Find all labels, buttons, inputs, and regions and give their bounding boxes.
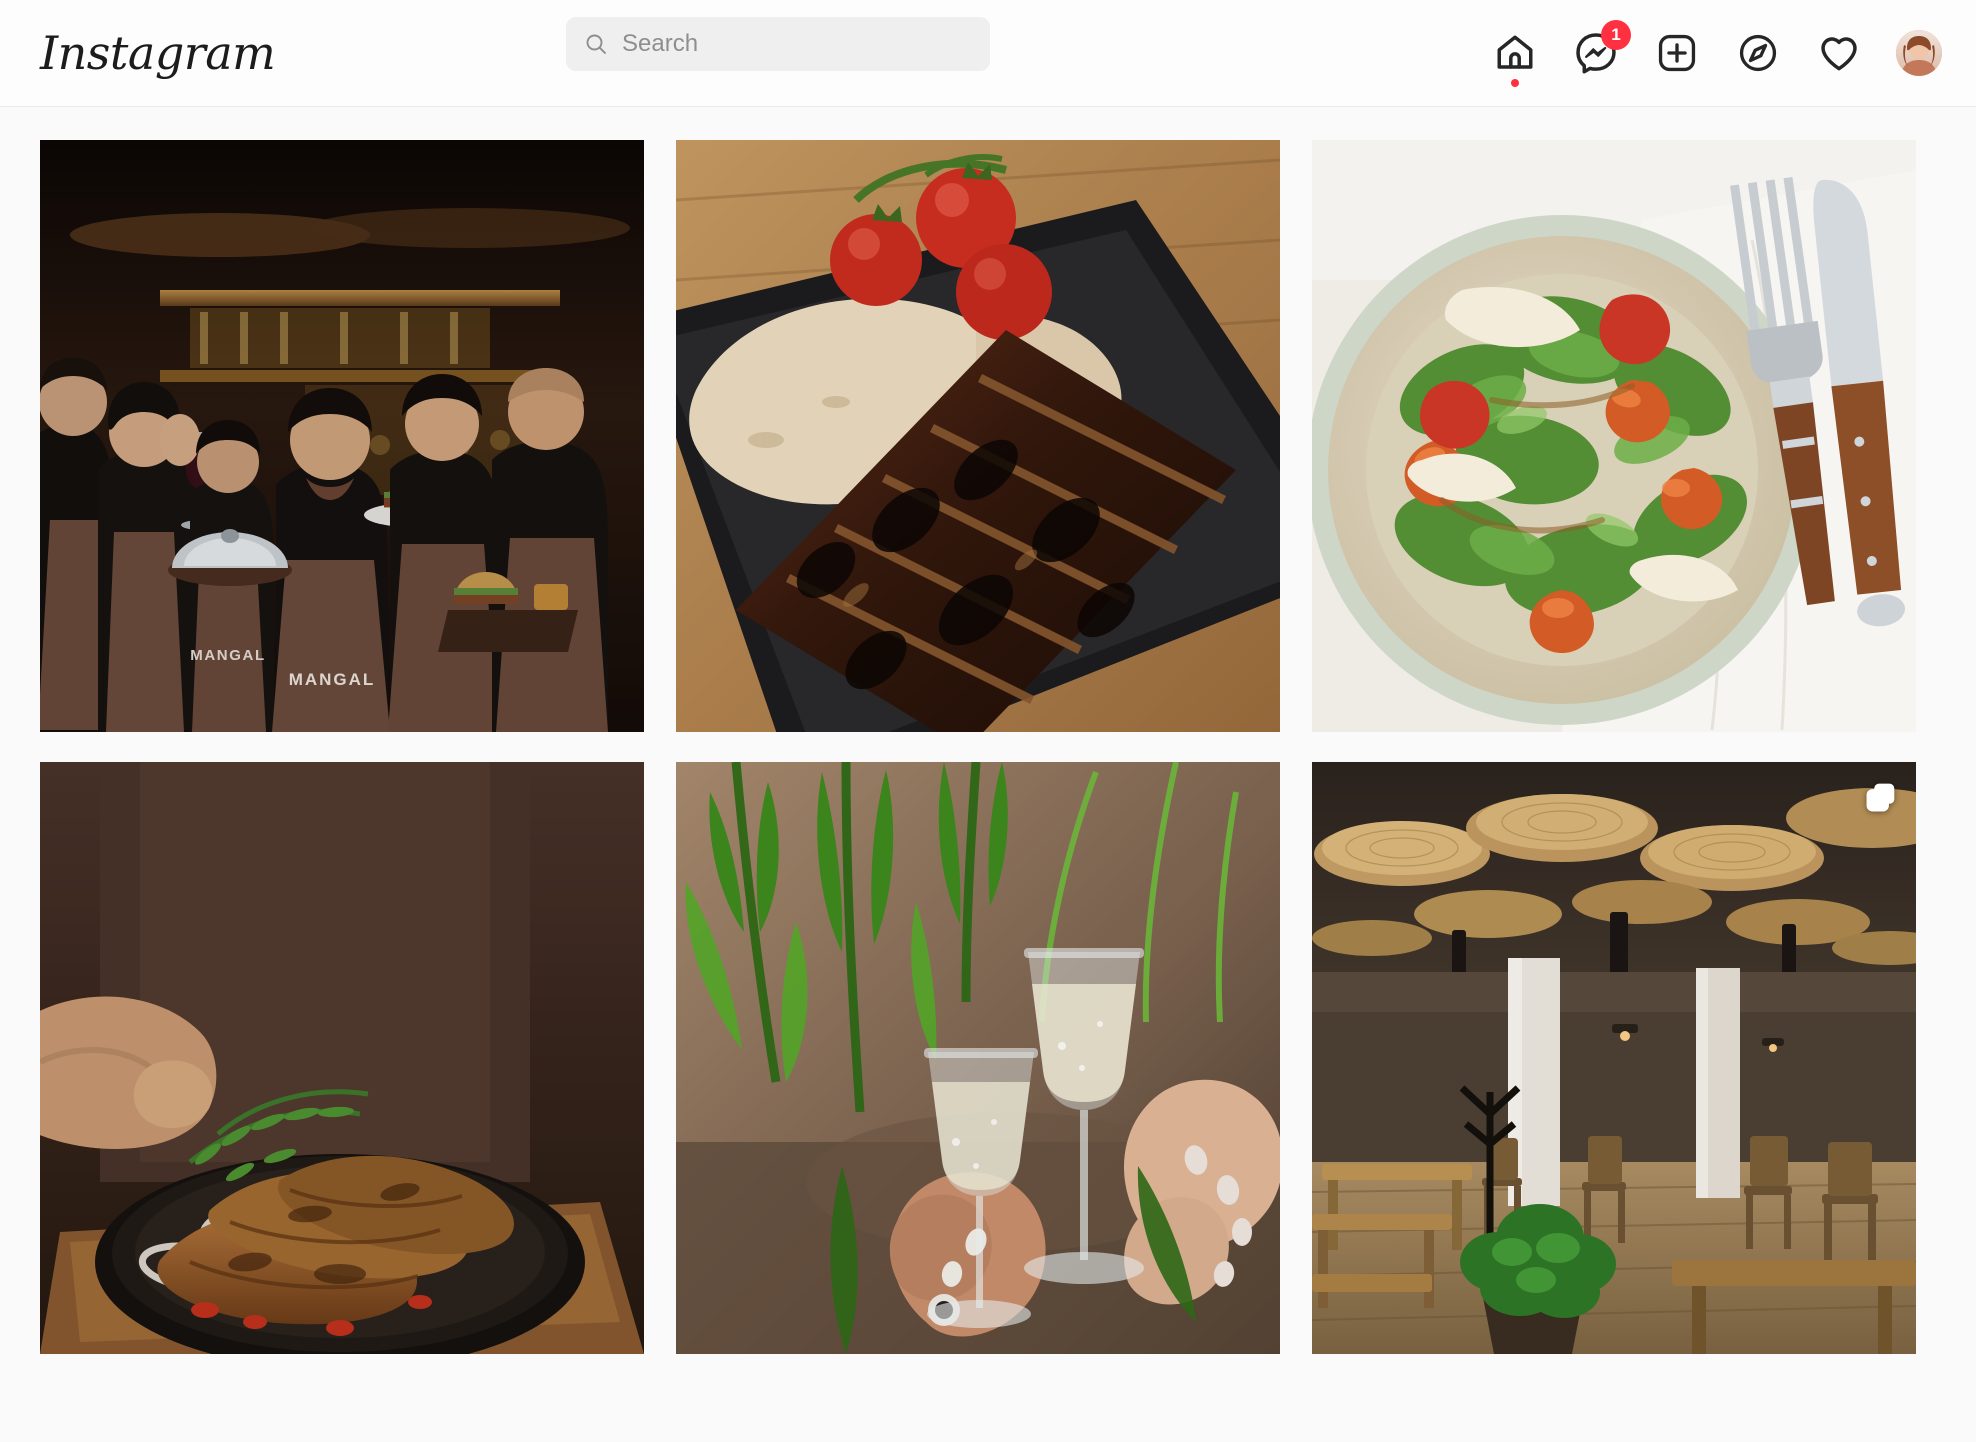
profile-avatar[interactable]: [1896, 30, 1942, 76]
carousel-multi-photo-icon: [1864, 780, 1898, 814]
post-image-3: [1312, 140, 1916, 732]
post-tile-4[interactable]: [40, 762, 644, 1354]
post-tile-2[interactable]: [676, 140, 1280, 732]
post-grid: MANGAL MANGAL: [0, 107, 1976, 1354]
search-bar[interactable]: [566, 17, 990, 71]
post-tile-5[interactable]: [676, 762, 1280, 1354]
new-post-icon[interactable]: [1653, 29, 1701, 77]
home-icon[interactable]: [1491, 29, 1539, 87]
heart-icon[interactable]: [1815, 29, 1863, 77]
search-input[interactable]: [622, 30, 972, 58]
search-icon: [584, 32, 608, 56]
post-tile-6[interactable]: [1312, 762, 1916, 1354]
explore-icon[interactable]: [1734, 29, 1782, 77]
messenger-unread-badge: 1: [1601, 20, 1631, 50]
post-image-1: MANGAL MANGAL: [40, 140, 644, 732]
messenger-icon[interactable]: 1: [1572, 20, 1631, 77]
instagram-logo[interactable]: Instagram: [40, 26, 276, 80]
post-image-6: [1312, 762, 1916, 1354]
home-activity-dot: [1511, 79, 1519, 87]
post-image-5: [676, 762, 1280, 1354]
post-tile-3[interactable]: [1312, 140, 1916, 732]
post-image-2: [676, 140, 1280, 732]
post-image-4: [40, 762, 644, 1354]
top-navigation-bar: Instagram 1: [0, 0, 1976, 107]
post-tile-1[interactable]: MANGAL MANGAL: [40, 140, 644, 732]
nav-icon-group: 1: [1491, 20, 1942, 87]
